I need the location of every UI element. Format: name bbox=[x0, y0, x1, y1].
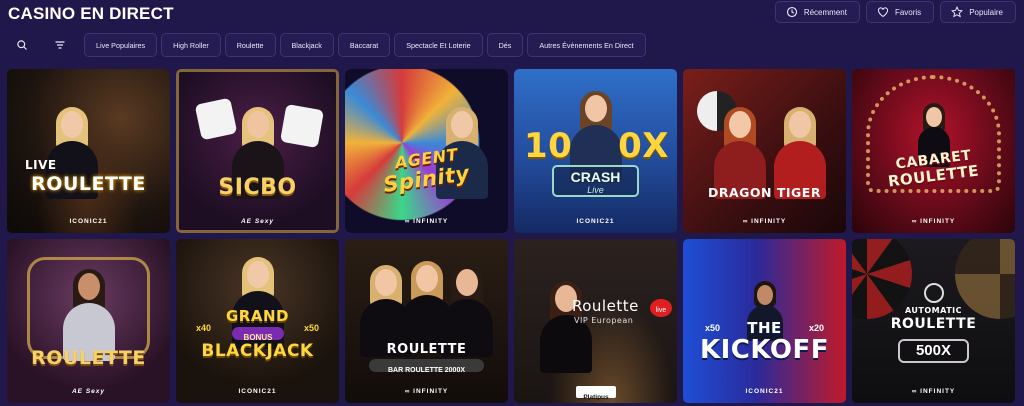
game-tile-dragon-tiger[interactable]: DRAGON TIGER ∞ INFINITY bbox=[683, 69, 846, 233]
chip-live-populaires[interactable]: Live Populaires bbox=[84, 33, 158, 57]
game-title: KICKOFF bbox=[699, 335, 829, 365]
provider-label: AE Sexy bbox=[71, 388, 106, 395]
game-subtitle: VIP European bbox=[574, 316, 634, 325]
game-title: ROULETTE bbox=[386, 342, 467, 357]
game-title: Roulette bbox=[572, 297, 639, 315]
provider-label: ∞ INFINITY bbox=[742, 218, 787, 225]
multiplier-label: 500X bbox=[915, 342, 952, 359]
provider-label: ∞ INFINITY bbox=[404, 388, 449, 395]
game-tile-bar-roulette[interactable]: ROULETTE BAR ROULETTE 2000X ∞ INFINITY bbox=[345, 239, 508, 403]
game-title-line1: 10 bbox=[524, 126, 573, 166]
popular-label: Populaire bbox=[969, 7, 1003, 17]
chip-blackjack[interactable]: Blackjack bbox=[279, 33, 334, 57]
infinity-logo-icon bbox=[924, 283, 944, 303]
left-multiplier: x40 bbox=[196, 323, 212, 333]
right-multiplier: x50 bbox=[303, 323, 319, 333]
provider-label: ∞ INFINITY bbox=[911, 218, 956, 225]
game-title: BLACKJACK bbox=[201, 341, 314, 361]
search-button[interactable] bbox=[12, 34, 32, 56]
game-title: ROULETTE bbox=[31, 347, 146, 369]
filter-row: Live Populaires High Roller Roulette Bla… bbox=[12, 33, 646, 57]
live-badge: live bbox=[650, 299, 672, 317]
game-tile-crash-live[interactable]: 10 0X CRASH Live ICONIC21 bbox=[514, 69, 677, 233]
search-icon bbox=[17, 40, 27, 50]
crash-badge: CRASH Live bbox=[552, 165, 639, 197]
game-tile-sicbo[interactable]: SICBO AE Sexy bbox=[176, 69, 339, 233]
live-label: live bbox=[655, 307, 667, 314]
provider-label: Platipus bbox=[583, 394, 609, 401]
game-title: 0X bbox=[618, 126, 669, 166]
game-title-line1: AUTOMATIC bbox=[904, 306, 963, 315]
star-icon bbox=[951, 6, 964, 18]
heart-icon bbox=[877, 7, 888, 18]
game-tile-roulette-sexy[interactable]: ROULETTE AE Sexy bbox=[7, 239, 170, 403]
page-title: CASINO EN DIRECT bbox=[8, 4, 174, 23]
bar-roulette-badge: BAR ROULETTE 2000X bbox=[369, 359, 484, 374]
multiplier-badge: 500X bbox=[898, 339, 969, 363]
filter-button[interactable] bbox=[50, 34, 70, 56]
bonus-badge: BONUS bbox=[232, 327, 284, 342]
favorites-button[interactable]: Favoris bbox=[865, 1, 935, 23]
game-tile-the-kickoff[interactable]: x50 x20 THE KICKOFF ICONIC21 bbox=[683, 239, 846, 403]
chip-spectacle-loterie[interactable]: Spectacle Et Loterie bbox=[394, 33, 483, 57]
recent-label: Récemment bbox=[803, 7, 847, 17]
game-tile-agent-spinity[interactable]: AGENT Spinity ∞ INFINITY bbox=[345, 69, 508, 233]
bar-roulette-label: BAR ROULETTE 2000X bbox=[387, 367, 466, 374]
game-tile-grand-bonus-blackjack[interactable]: GRAND BONUS x40 x50 BLACKJACK ICONIC21 bbox=[176, 239, 339, 403]
provider-label: ICONIC21 bbox=[576, 218, 615, 225]
favorites-label: Favoris bbox=[894, 7, 922, 17]
chip-high-roller[interactable]: High Roller bbox=[161, 33, 221, 57]
provider-badge: Platipus bbox=[576, 386, 616, 401]
game-tile-roulette-vip-european[interactable]: Roulette live VIP European Platipus bbox=[514, 239, 677, 403]
top-actions: Récemment Favoris Populaire bbox=[774, 1, 1016, 23]
provider-label: ∞ INFINITY bbox=[911, 388, 956, 395]
game-tile-cabaret-roulette[interactable]: CABARET ROULETTE ∞ INFINITY bbox=[852, 69, 1015, 233]
crash-label: CRASH bbox=[570, 169, 621, 185]
game-title-line1: THE bbox=[747, 319, 782, 337]
game-title: SICBO bbox=[218, 175, 297, 200]
filter-icon bbox=[55, 41, 65, 49]
crash-sublabel: Live bbox=[587, 185, 604, 195]
provider-label: ICONIC21 bbox=[69, 218, 108, 225]
popular-button[interactable]: Populaire bbox=[940, 1, 1016, 23]
chip-autres-evenements[interactable]: Autres Évènements En Direct bbox=[527, 33, 646, 57]
game-grid: LIVE ROULETTE ICONIC21 SICBO AE Sexy AGE… bbox=[7, 69, 1015, 403]
recent-button[interactable]: Récemment bbox=[774, 1, 860, 23]
chip-des[interactable]: Dés bbox=[486, 33, 524, 57]
chip-roulette[interactable]: Roulette bbox=[224, 33, 276, 57]
chip-baccarat[interactable]: Baccarat bbox=[337, 33, 391, 57]
provider-label: ICONIC21 bbox=[745, 388, 784, 395]
provider-label: AE Sexy bbox=[240, 218, 275, 225]
game-title: DRAGON TIGER bbox=[708, 185, 821, 200]
game-tile-live-roulette[interactable]: LIVE ROULETTE ICONIC21 bbox=[7, 69, 170, 233]
game-title-line1: LIVE bbox=[25, 158, 57, 172]
game-tile-automatic-roulette[interactable]: AUTOMATIC ROULETTE 500X ∞ INFINITY bbox=[852, 239, 1015, 403]
provider-label: ∞ INFINITY bbox=[404, 218, 449, 225]
game-title: ROULETTE bbox=[890, 316, 977, 332]
game-title-line1: GRAND bbox=[226, 307, 289, 325]
history-icon bbox=[786, 6, 797, 18]
game-title: ROULETTE bbox=[31, 173, 146, 195]
provider-label: ICONIC21 bbox=[238, 388, 277, 395]
